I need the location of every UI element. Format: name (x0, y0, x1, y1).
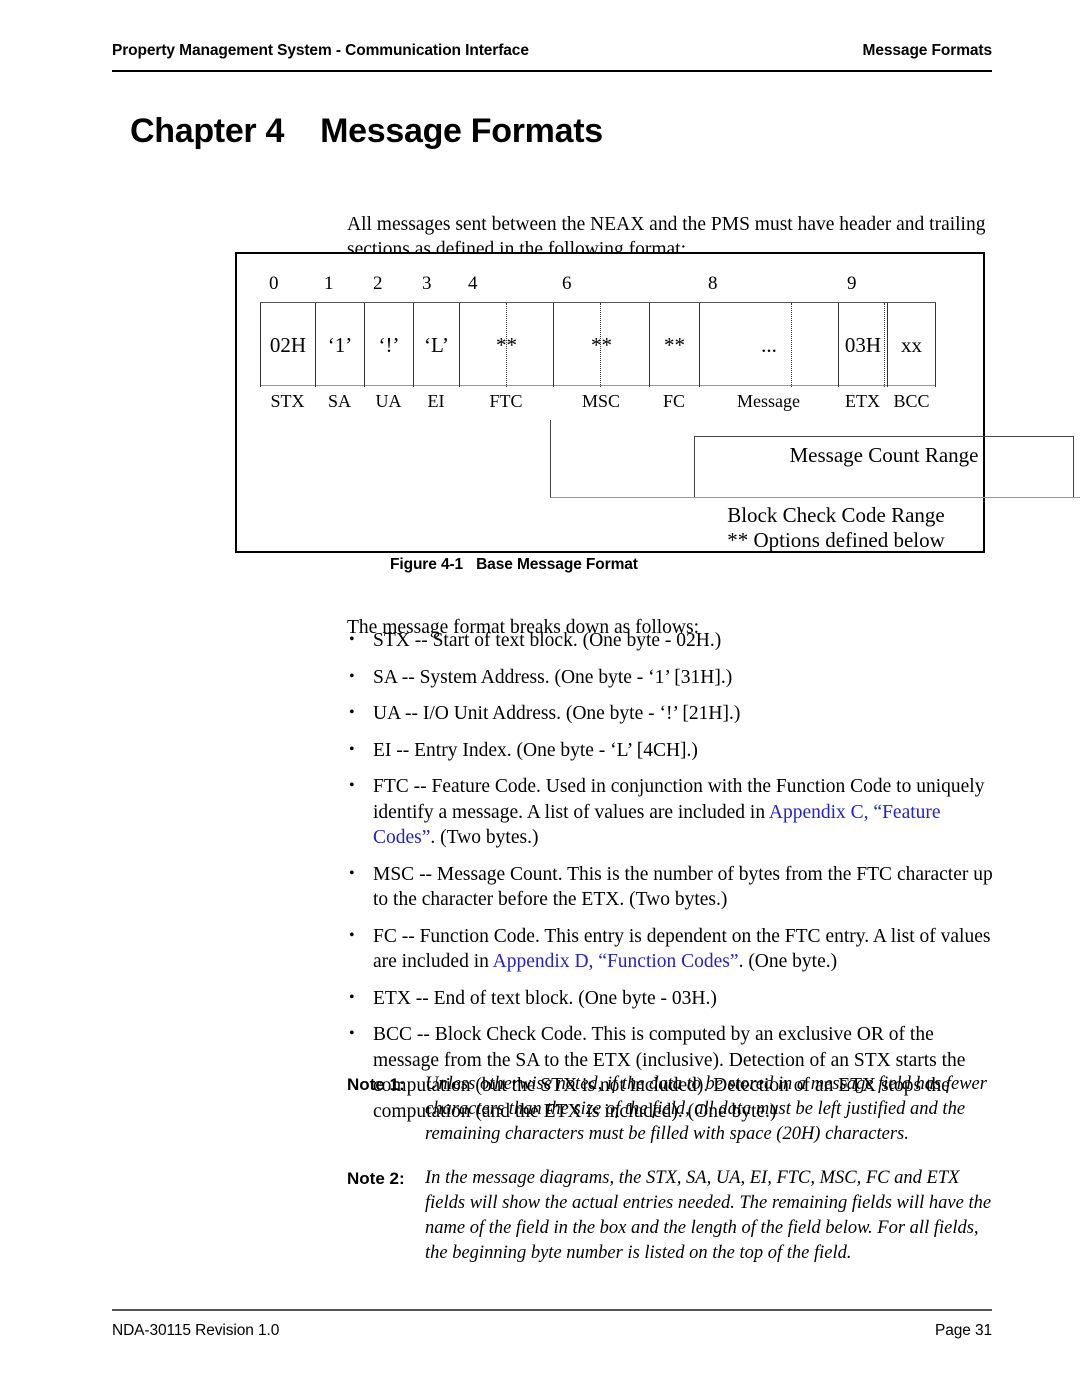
note-label: Note 2: (347, 1169, 405, 1188)
byte-number: 3 (422, 273, 432, 294)
message-field-label: MSC (581, 391, 621, 411)
block-check-code-range-bracket (550, 420, 1080, 498)
header-document-title: Property Management System - Communicati… (112, 42, 529, 59)
message-field-cell: ** (649, 303, 699, 387)
list-item: SA -- System Address. (One byte - ‘1’ [3… (347, 664, 995, 691)
footer-document-id: NDA-30115 Revision 1.0 (112, 1322, 280, 1339)
byte-number: 9 (847, 273, 857, 294)
list-item-text: SA -- System Address. (One byte - ‘1’ [3… (373, 666, 733, 688)
note-block: Note 1: Unless otherwise noted, if the da… (347, 1072, 995, 1147)
message-field-cell: ‘1’ (315, 303, 364, 387)
chapter-title-text: Message Formats (320, 112, 603, 150)
note-label: Note 1: (347, 1075, 405, 1094)
message-field-label: EI (427, 391, 445, 411)
note-block: Note 2: In the message diagrams, the STX,… (347, 1166, 995, 1266)
field-subdivision-dotted-line (600, 303, 601, 387)
message-field-cell: 02H (260, 303, 315, 387)
byte-number: 4 (468, 273, 478, 294)
list-item: MSC -- Message Count. This is the number… (347, 861, 995, 913)
list-item-text: UA -- I/O Unit Address. (One byte - ‘!’ … (373, 703, 741, 724)
footer-page-number: Page 31 (934, 1322, 992, 1339)
list-item-text: . (Two bytes.) (430, 827, 539, 848)
field-subdivision-dotted-line (884, 303, 885, 387)
notes-section: Note 1: Unless otherwise noted, if the da… (347, 1072, 995, 1285)
list-item: UA -- I/O Unit Address. (One byte - ‘!’ … (347, 700, 995, 727)
list-item-text: EI -- Entry Index. (One byte - ‘L’ [4CH]… (373, 739, 698, 761)
list-item-text: ETX -- End of text block. (One byte - 03… (373, 987, 717, 1009)
footer-divider-rule (112, 1309, 992, 1311)
message-field-cell: ‘!’ (364, 303, 413, 387)
list-item-text: STX -- Start of text block. (One byte - … (373, 630, 722, 651)
list-item-text: . (One byte.) (738, 951, 838, 972)
byte-number: 0 (269, 273, 279, 294)
message-field-label: STX (270, 391, 305, 411)
note-text: In the message diagrams, the STX, SA, UA… (425, 1168, 992, 1263)
list-item: STX -- Start of text block. (One byte - … (347, 627, 995, 654)
byte-number: 8 (708, 273, 718, 294)
message-field-cells: 02H ‘1’ ‘!’ ‘L’ ** ** **... 03H xx (260, 302, 936, 387)
byte-number: 1 (324, 273, 334, 294)
list-item: ETX -- End of text block. (One byte - 03… (347, 985, 995, 1012)
byte-number: 2 (373, 273, 383, 294)
block-check-code-range-label: Block Check Code Range (727, 503, 945, 527)
figure-base-message-format: 01234689 02H ‘1’ ‘!’ ‘L’ ** ** **... 03H xx STX S… (235, 252, 1080, 553)
message-field-bullet-list: STX -- Start of text block. (One byte - … (347, 627, 995, 1135)
header-divider-rule (112, 70, 992, 72)
message-field-label: FC (662, 391, 686, 411)
list-item: FTC -- Feature Code. Used in conjunction… (347, 773, 995, 851)
figure-caption: Figure 4-1 Base Message Format (390, 556, 638, 574)
page-running-footer: NDA-30115 Revision 1.0 Page 31 (112, 1322, 992, 1340)
cross-reference-link[interactable]: Appendix D, “Function Codes” (493, 951, 739, 972)
figure-caption-number: Figure 4-1 (390, 556, 464, 573)
message-field-cell: ** (553, 303, 649, 387)
message-field-cell: ‘L’ (413, 303, 459, 387)
message-field-label: FTC (489, 391, 523, 411)
field-subdivision-dotted-line (791, 303, 792, 387)
message-field-label: BCC (893, 391, 930, 411)
options-defined-note: ** Options defined below (727, 528, 945, 552)
message-field-label: Message (737, 391, 800, 411)
header-section-title: Message Formats (862, 42, 993, 59)
message-field-cell: 03H (838, 303, 887, 387)
field-subdivision-dotted-line (506, 303, 507, 387)
chapter-number: Chapter 4 (130, 112, 285, 150)
note-text: Unless otherwise noted, if the data to b… (425, 1074, 987, 1144)
byte-number: 6 (562, 273, 572, 294)
message-field-label: UA (375, 391, 402, 411)
list-item: FC -- Function Code. This entry is depen… (347, 923, 995, 975)
page-running-header: Property Management System - Communicati… (112, 42, 992, 60)
list-item-text: MSC -- Message Count. This is the number… (373, 863, 993, 911)
list-item: EI -- Entry Index. (One byte - ‘L’ [4CH]… (347, 737, 995, 764)
message-field-cell: ... (699, 303, 838, 387)
figure-caption-title: Base Message Format (476, 556, 638, 573)
message-field-label: ETX (845, 391, 880, 411)
page-title: Chapter 4 Message Formats (130, 112, 603, 151)
message-field-label: SA (327, 391, 351, 411)
message-field-cell: xx (887, 303, 936, 387)
